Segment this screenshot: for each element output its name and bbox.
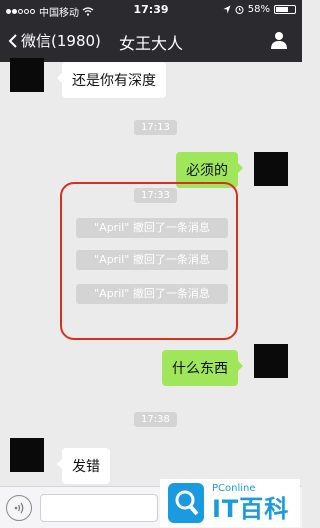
message-list[interactable]: 还是你有深度 17:13 必须的 17:33 "April" 撤回了一条消息 "… [0,58,302,486]
chat-header: 微信(1980) 女王大人 [0,20,302,62]
recall-notice: "April" 撤回了一条消息 [76,218,228,238]
message-timestamp: 17:13 [134,120,177,135]
location-icon [223,5,231,14]
self-avatar[interactable] [254,152,288,186]
status-bar: 中国移动 17:39 58% [0,0,302,20]
contact-avatar[interactable] [10,58,44,92]
battery-icon [274,5,296,14]
recall-notice: "April" 撤回了一条消息 [76,284,228,304]
message-timestamp: 17:33 [134,188,177,203]
incoming-message[interactable]: 还是你有深度 [57,62,166,98]
self-avatar[interactable] [254,344,288,378]
person-icon [271,32,287,49]
chat-title: 女王大人 [118,34,183,53]
message-input[interactable] [40,494,158,522]
contact-avatar[interactable] [10,438,44,472]
recall-notice: "April" 撤回了一条消息 [76,250,228,270]
incoming-message[interactable]: 发错 [57,448,110,484]
alarm-icon [235,6,244,14]
chat-info-button[interactable] [270,31,288,53]
magnifier-logo-icon [168,483,204,523]
pconline-watermark: PConline IT百科 [160,479,300,527]
battery-percent: 58% [247,4,270,15]
voice-button[interactable] [6,495,32,521]
message-timestamp: 17:38 [134,412,177,427]
outgoing-message[interactable]: 什么东西 [162,350,243,386]
watermark-brand-text: IT百科 [212,495,290,523]
voice-icon [14,502,24,514]
watermark-small-text: PConline [212,483,256,494]
